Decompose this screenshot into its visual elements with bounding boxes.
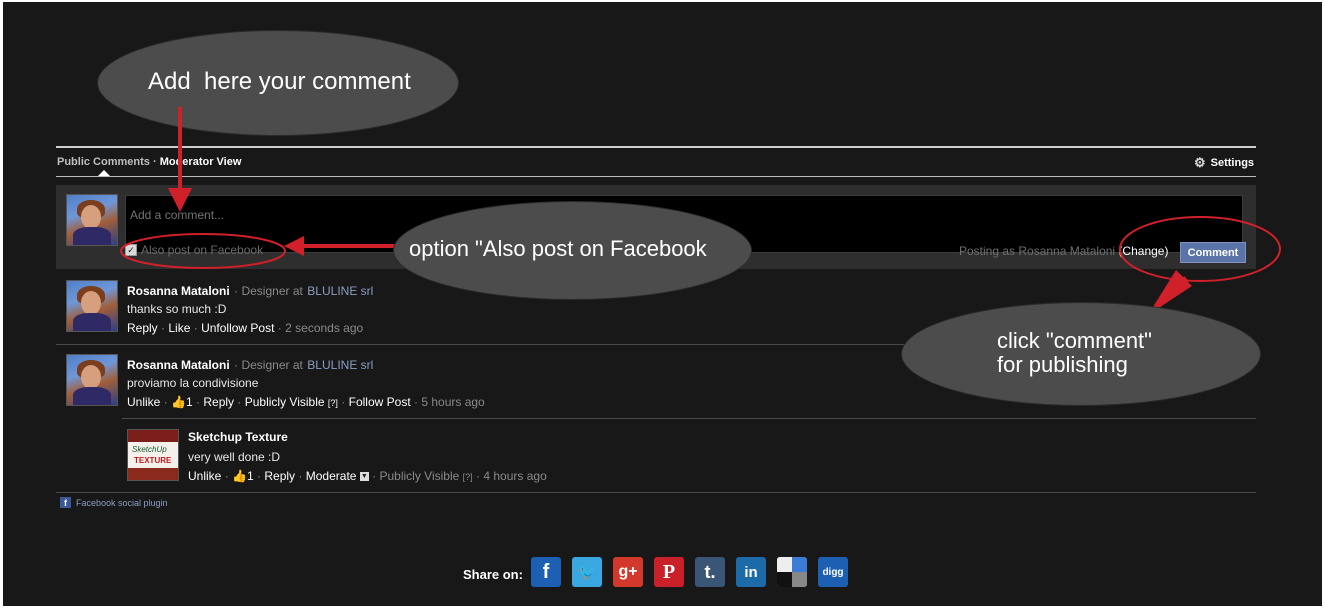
google-plus-icon[interactable]: g+ bbox=[613, 557, 643, 587]
share-label: Share on: bbox=[463, 567, 523, 582]
annotation-click-comment-2: for publishing bbox=[997, 352, 1128, 377]
tumblr-icon[interactable]: t. bbox=[695, 557, 725, 587]
pinterest-icon[interactable]: P bbox=[654, 557, 684, 587]
annotation-click-comment-1: click "comment" bbox=[997, 328, 1152, 353]
delicious-icon[interactable] bbox=[777, 557, 807, 587]
comment-divider-left bbox=[56, 344, 122, 345]
digg-icon[interactable]: digg bbox=[818, 557, 848, 587]
annotation-also-post: option "Also post on Facebook bbox=[409, 236, 707, 261]
linkedin-icon[interactable]: in bbox=[736, 557, 766, 587]
twitter-icon[interactable]: 🐦 bbox=[572, 557, 602, 587]
facebook-icon[interactable]: f bbox=[531, 557, 561, 587]
